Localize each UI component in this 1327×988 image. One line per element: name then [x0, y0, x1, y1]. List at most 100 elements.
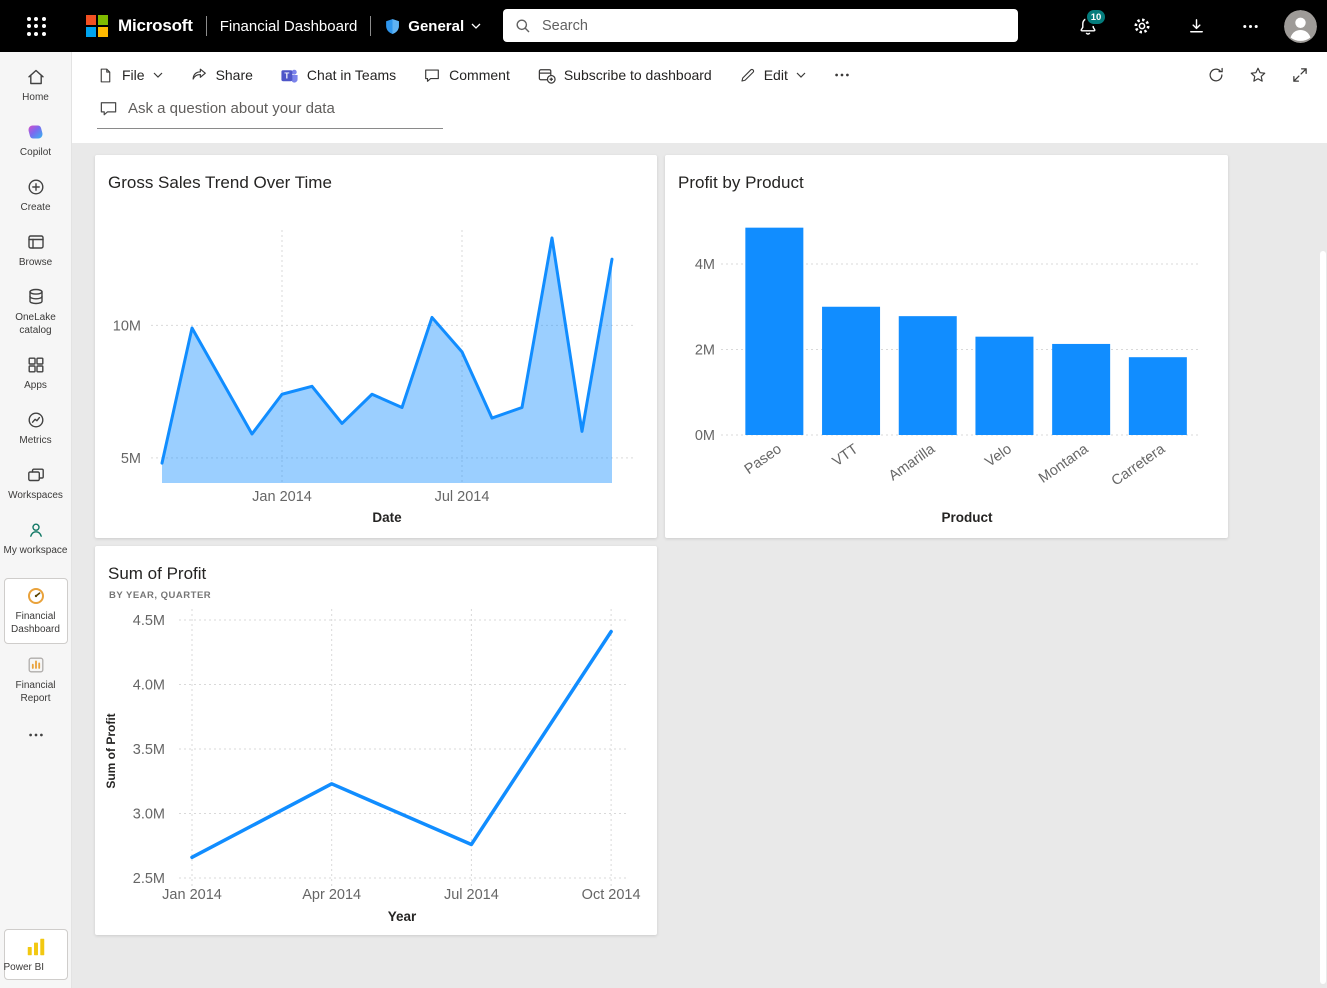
svg-text:4.5M: 4.5M	[133, 613, 165, 629]
sidebar-item-create[interactable]: Create	[1, 168, 71, 223]
edit-button[interactable]: Edit	[739, 67, 806, 84]
qna-section: Ask a question about your data	[72, 98, 1327, 143]
chevron-down-icon	[796, 72, 806, 78]
sidebar-item-copilot[interactable]: Copilot	[1, 113, 71, 168]
sidebar-item-financial-dashboard[interactable]: Financial Dashboard	[4, 578, 68, 644]
svg-text:2M: 2M	[695, 343, 715, 359]
svg-text:Sum of Profit: Sum of Profit	[104, 713, 118, 788]
profit-line-chart: 2.5M3.0M3.5M4.0M4.5MJan 2014Apr 2014Jul …	[95, 546, 657, 935]
search-box[interactable]	[503, 9, 1018, 42]
dashboard-action-bar: File Share T Chat in Teams Comment Subsc…	[72, 52, 1327, 98]
notification-badge: 10	[1085, 8, 1107, 26]
refresh-button[interactable]	[1207, 66, 1225, 84]
svg-text:Amarilla: Amarilla	[886, 441, 939, 485]
microsoft-logo-icon	[86, 15, 108, 37]
share-label: Share	[216, 67, 253, 83]
svg-text:5M: 5M	[121, 451, 141, 467]
sidebar-more-button[interactable]	[1, 714, 71, 756]
share-icon	[190, 66, 208, 84]
metrics-icon	[26, 410, 46, 430]
apps-grid-icon	[26, 355, 46, 375]
environment-label: General	[408, 18, 464, 35]
plus-circle-icon	[26, 177, 46, 197]
database-icon	[26, 287, 46, 307]
file-menu-label: File	[122, 67, 145, 83]
favorite-button[interactable]	[1249, 66, 1267, 84]
divider	[370, 16, 371, 36]
chevron-down-icon	[471, 23, 481, 29]
sidebar-item-workspaces[interactable]: Workspaces	[1, 456, 71, 511]
divider	[206, 16, 207, 36]
sidebar-item-browse[interactable]: Browse	[1, 223, 71, 278]
browse-icon	[26, 232, 46, 252]
sidebar-item-my-workspace[interactable]: My workspace	[1, 511, 71, 566]
environment-switcher[interactable]: General	[384, 18, 481, 35]
search-input[interactable]	[540, 17, 974, 35]
person-icon	[1284, 10, 1317, 43]
svg-text:3.0M: 3.0M	[133, 807, 165, 823]
left-nav: Home Copilot Create Browse OneLake catal…	[0, 52, 72, 988]
power-bi-logo-icon	[25, 936, 47, 958]
sidebar-item-label: Financial Dashboard	[4, 610, 68, 636]
sidebar-item-label: Metrics	[4, 434, 68, 447]
qna-placeholder: Ask a question about your data	[128, 100, 335, 117]
ellipsis-icon	[1241, 17, 1260, 36]
comment-button[interactable]: Comment	[423, 66, 510, 84]
tile-title: Sum of Profit	[108, 564, 206, 584]
sidebar-item-label: Workspaces	[4, 489, 68, 502]
home-icon	[26, 67, 46, 87]
svg-text:Paseo: Paseo	[742, 441, 785, 478]
chat-in-teams-label: Chat in Teams	[307, 67, 396, 83]
tile-gross-sales-trend[interactable]: Gross Sales Trend Over Time Jan 2014Jul …	[95, 155, 657, 538]
toolbar-right-actions	[1207, 66, 1309, 84]
waffle-icon	[27, 17, 46, 36]
dashboard-gauge-icon	[26, 586, 46, 606]
pencil-icon	[739, 67, 756, 84]
svg-text:Jul 2014: Jul 2014	[444, 887, 499, 903]
app-title: Financial Dashboard	[220, 18, 358, 35]
file-menu-button[interactable]: File	[97, 67, 163, 84]
brand-text: Microsoft	[118, 16, 193, 36]
sidebar-item-home[interactable]: Home	[1, 58, 71, 113]
svg-text:Year: Year	[388, 909, 417, 924]
sidebar-item-financial-report[interactable]: Financial Report	[1, 646, 71, 714]
more-icon	[27, 726, 45, 744]
tile-profit-by-product[interactable]: Profit by Product 0M2M4MPaseoVTTAmarilla…	[665, 155, 1228, 538]
sidebar-item-label: Create	[4, 201, 68, 214]
comment-icon	[423, 66, 441, 84]
file-icon	[97, 67, 114, 84]
tile-sum-of-profit[interactable]: Sum of Profit BY YEAR, QUARTER 2.5M3.0M3…	[95, 546, 657, 935]
tile-subtitle: BY YEAR, QUARTER	[109, 590, 211, 601]
sidebar-item-label: My workspace	[4, 544, 68, 557]
more-options-button[interactable]	[1230, 6, 1270, 46]
sidebar-item-onelake-catalog[interactable]: OneLake catalog	[1, 278, 71, 346]
download-button[interactable]	[1176, 6, 1216, 46]
expand-icon	[1291, 66, 1309, 84]
subscribe-button[interactable]: Subscribe to dashboard	[537, 66, 712, 85]
sidebar-item-metrics[interactable]: Metrics	[1, 401, 71, 456]
account-avatar[interactable]	[1284, 10, 1317, 43]
app-switcher-power-bi[interactable]: Power BI	[4, 929, 68, 980]
svg-text:0M: 0M	[695, 428, 715, 444]
svg-text:Jul 2014: Jul 2014	[435, 489, 490, 505]
app-launcher-button[interactable]	[14, 4, 58, 48]
sidebar-item-label: Apps	[4, 379, 68, 392]
fullscreen-button[interactable]	[1291, 66, 1309, 84]
toolbar-more-button[interactable]	[833, 66, 851, 84]
share-button[interactable]: Share	[190, 66, 253, 84]
topbar-actions: 10	[1068, 0, 1317, 52]
app-switcher-label: Power BI	[4, 961, 68, 974]
notifications-button[interactable]: 10	[1068, 6, 1108, 46]
qna-input[interactable]: Ask a question about your data	[97, 98, 443, 129]
svg-text:4.0M: 4.0M	[133, 678, 165, 694]
sidebar-item-label: Home	[4, 91, 68, 104]
chevron-down-icon	[153, 72, 163, 78]
svg-text:Oct 2014: Oct 2014	[582, 887, 641, 903]
gear-icon	[1132, 16, 1152, 36]
settings-button[interactable]	[1122, 6, 1162, 46]
chat-in-teams-button[interactable]: T Chat in Teams	[280, 66, 396, 85]
sidebar-item-apps[interactable]: Apps	[1, 346, 71, 401]
vertical-scrollbar[interactable]	[1320, 251, 1326, 984]
subscribe-label: Subscribe to dashboard	[564, 67, 712, 83]
refresh-icon	[1207, 66, 1225, 84]
